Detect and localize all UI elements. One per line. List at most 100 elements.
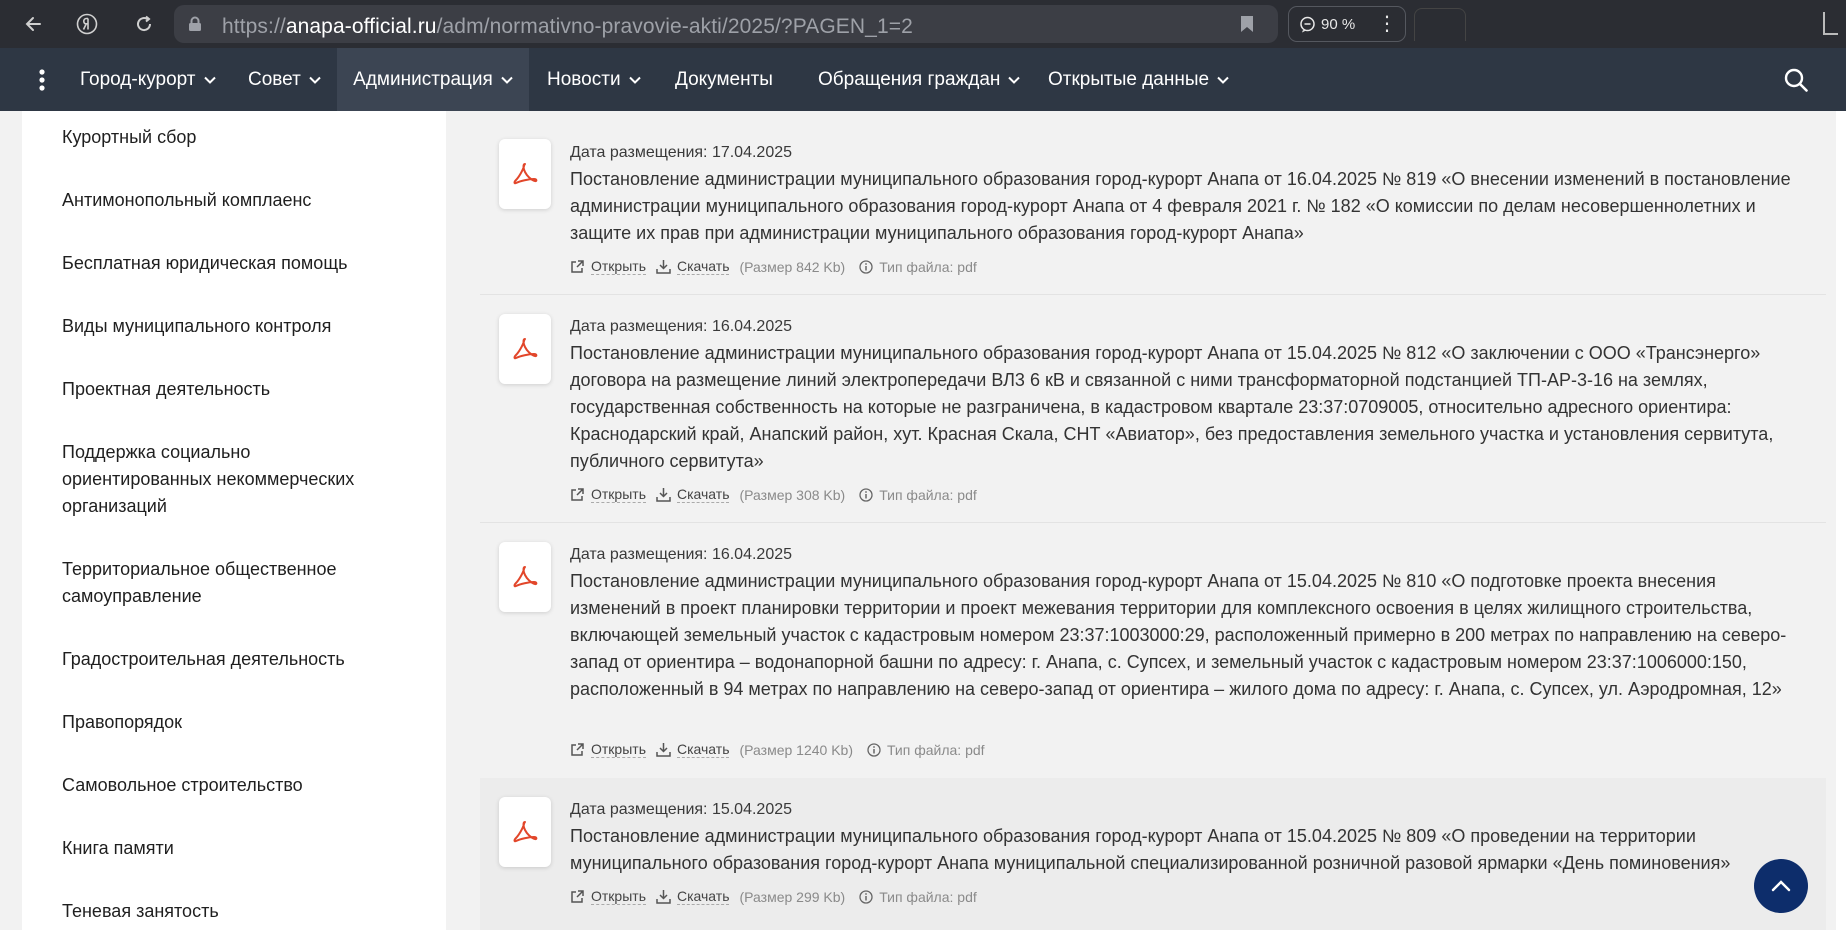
search-icon[interactable] [1784, 68, 1808, 97]
info-icon [859, 889, 873, 904]
zoom-level: 90 % [1321, 16, 1356, 33]
download-label: Скачать [676, 888, 730, 905]
open-link[interactable]: Открыть [570, 258, 646, 275]
nav-dokumenty[interactable]: Документы [675, 48, 773, 111]
info-icon [859, 487, 873, 502]
download-icon [656, 260, 671, 274]
tab-stub[interactable] [1414, 8, 1466, 41]
pdf-file-icon[interactable] [499, 314, 551, 384]
file-type-label: Тип файла: pdf [879, 888, 977, 905]
chevron-down-icon [309, 76, 321, 84]
external-link-icon [571, 890, 584, 903]
nav-novosti[interactable]: Новости [547, 48, 641, 111]
yandex-icon[interactable] [76, 13, 98, 35]
more-vert-icon[interactable]: ⋮ [1377, 11, 1397, 36]
download-link[interactable]: Скачать [656, 888, 730, 905]
back-icon[interactable] [22, 13, 44, 35]
bookmark-icon[interactable] [1240, 15, 1254, 38]
sidebar-item-tos[interactable]: Территориальное общественное самоуправле… [62, 556, 402, 610]
file-size: (Размер 842 Kb) [739, 258, 846, 275]
download-label: Скачать [676, 486, 730, 503]
pdf-file-icon[interactable] [499, 139, 551, 209]
nav-label: Совет [248, 68, 301, 90]
file-type: Тип файла: pdf [859, 259, 977, 275]
zoom-pill[interactable]: 90 % ⋮ [1288, 6, 1406, 42]
document-item: Дата размещения: 16.04.2025 Постановлени… [480, 523, 1826, 777]
open-link[interactable]: Открыть [570, 486, 646, 503]
reload-icon[interactable] [133, 13, 155, 35]
sidebar-item-pravoporyadok[interactable]: Правопорядок [62, 709, 402, 736]
download-icon [656, 890, 671, 904]
sidebar-item-kurortny-sbor[interactable]: Курортный сбор [62, 124, 402, 151]
info-icon [867, 742, 881, 757]
download-link[interactable]: Скачать [656, 258, 730, 275]
document-title[interactable]: Постановление администрации муниципально… [570, 166, 1800, 247]
sidebar-item-antimonopolny[interactable]: Антимонопольный комплаенс [62, 187, 402, 214]
download-link[interactable]: Скачать [656, 486, 730, 503]
page-scrollbar[interactable] [1836, 111, 1846, 930]
sidebar-item-gradostroitelnaya[interactable]: Градостроительная деятельность [62, 646, 402, 673]
url-scheme: https:// [222, 15, 286, 38]
site-navigation: Город-курорт Совет Администрация Новости… [0, 48, 1846, 111]
download-label: Скачать [676, 258, 730, 275]
sidebar-panel-icon[interactable] [1822, 10, 1840, 41]
pdf-file-icon[interactable] [499, 542, 551, 612]
open-link[interactable]: Открыть [570, 741, 646, 758]
chat-bubble-icon [1299, 16, 1316, 37]
download-icon [656, 488, 671, 502]
nav-gorod-kurort[interactable]: Город-курорт [80, 48, 216, 111]
sidebar-item-municipalny-kontrol[interactable]: Виды муниципального контроля [62, 313, 402, 340]
document-actions: Открыть Скачать (Размер 1240 Kb) Тип фай… [570, 741, 995, 758]
chevron-down-icon [1008, 76, 1021, 84]
nav-otkrytye-dannye[interactable]: Открытые данные [1048, 48, 1229, 111]
document-actions: Открыть Скачать (Размер 299 Kb) Тип файл… [570, 888, 987, 905]
sidebar-item-samovolnoe[interactable]: Самовольное строительство [62, 772, 402, 799]
nav-label: Администрация [353, 68, 493, 90]
chevron-down-icon [203, 76, 216, 84]
file-type-label: Тип файла: pdf [886, 741, 985, 758]
file-size: (Размер 308 Kb) [739, 486, 846, 503]
url-path: /adm/normativno-pravovie-akti/2025/?PAGE… [436, 15, 913, 38]
document-date: Дата размещения: 17.04.2025 [570, 144, 793, 161]
nav-sovet[interactable]: Совет [248, 48, 321, 111]
document-date: Дата размещения: 15.04.2025 [570, 801, 793, 818]
info-icon [859, 259, 873, 274]
document-date: Дата размещения: 16.04.2025 [570, 318, 793, 335]
chevron-down-icon [1217, 76, 1229, 84]
open-label: Открыть [591, 486, 646, 503]
file-size: (Размер 299 Kb) [739, 888, 846, 905]
sidebar-item-kniga-pamyati[interactable]: Книга памяти [62, 835, 402, 862]
sidebar-item-proektnaya[interactable]: Проектная деятельность [62, 376, 402, 403]
document-item: Дата размещения: 17.04.2025 Постановлени… [480, 111, 1826, 294]
sidebar-item-yuridicheskaya-pomosch[interactable]: Бесплатная юридическая помощь [62, 250, 402, 277]
nav-obrascheniya[interactable]: Обращения граждан [818, 48, 1021, 111]
address-bar[interactable]: https://anapa-official.ru/adm/normativno… [174, 5, 1278, 43]
download-link[interactable]: Скачать [656, 741, 730, 758]
download-label: Скачать [676, 741, 730, 758]
chevron-up-icon [1771, 880, 1791, 892]
file-type: Тип файла: pdf [859, 889, 977, 905]
open-link[interactable]: Открыть [570, 888, 646, 905]
download-icon [656, 743, 671, 757]
menu-dots-icon[interactable] [38, 69, 46, 96]
pdf-file-icon[interactable] [499, 797, 551, 867]
document-title[interactable]: Постановление администрации муниципально… [570, 823, 1800, 877]
url-text: https://anapa-official.ru/adm/normativno… [222, 15, 913, 39]
nav-administraciya[interactable]: Администрация [337, 48, 529, 111]
scroll-to-top-button[interactable] [1754, 859, 1808, 913]
document-item: Дата размещения: 15.04.2025 Постановлени… [480, 778, 1826, 930]
document-actions: Открыть Скачать (Размер 842 Kb) Тип файл… [570, 258, 987, 275]
document-title[interactable]: Постановление администрации муниципально… [570, 340, 1800, 475]
external-link-icon [571, 743, 584, 756]
file-size: (Размер 1240 Kb) [739, 741, 853, 758]
nav-label: Обращения граждан [818, 68, 1001, 90]
nav-label: Открытые данные [1048, 68, 1210, 90]
nav-label: Документы [675, 68, 773, 90]
document-title[interactable]: Постановление администрации муниципально… [570, 568, 1800, 703]
sidebar-item-tenevaya[interactable]: Теневая занятость [62, 898, 402, 925]
sidebar-item-podderzhka-nko[interactable]: Поддержка социально ориентированных неко… [62, 439, 402, 520]
nav-label: Город-курорт [80, 68, 196, 90]
external-link-icon [571, 260, 584, 273]
open-label: Открыть [591, 258, 646, 275]
chevron-down-icon [628, 76, 641, 84]
